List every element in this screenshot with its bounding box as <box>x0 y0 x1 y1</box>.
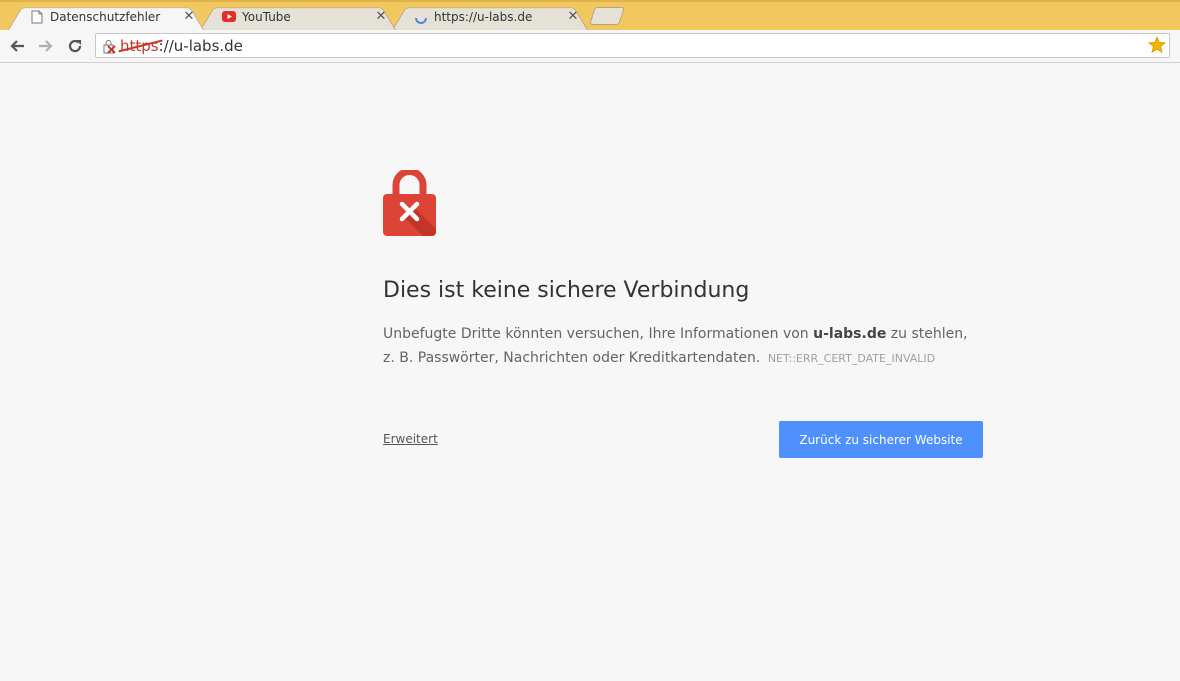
tab-title: https://u-labs.de <box>434 9 533 24</box>
desc-host: u-labs.de <box>813 326 887 342</box>
loading-spinner-icon <box>414 10 428 24</box>
tab-close-icon[interactable]: ✕ <box>182 9 196 24</box>
error-description: Unbefugte Dritte könnten versuchen, Ihre… <box>383 322 983 371</box>
error-heading: Dies ist keine sichere Verbindung <box>383 278 750 303</box>
url-scheme-insecure: https <box>120 37 159 55</box>
tab-title: Datenschutzfehler <box>50 9 161 24</box>
url-host: ://u-labs.de <box>158 37 243 55</box>
forward-arrow-icon[interactable] <box>35 35 57 57</box>
tab-u-labs[interactable]: https://u-labs.de ✕ <box>392 3 588 30</box>
advanced-link[interactable]: Erweitert <box>383 432 438 446</box>
tab-youtube[interactable]: YouTube ✕ <box>200 3 396 30</box>
star-icon[interactable] <box>1148 35 1166 54</box>
tab-datenschutzfehler[interactable]: Datenschutzfehler ✕ <box>8 3 204 30</box>
url-text: https://u-labs.de <box>120 37 243 55</box>
broken-lock-icon[interactable] <box>102 39 118 54</box>
address-bar[interactable]: https://u-labs.de <box>95 33 1170 58</box>
new-tab-icon[interactable] <box>589 7 625 25</box>
tab-close-icon[interactable]: ✕ <box>374 9 388 24</box>
back-arrow-icon[interactable] <box>6 35 28 57</box>
red-lock-x-icon <box>383 168 436 236</box>
tab-strip: https://u-labs.de ✕ YouTube ✕ Datenschut… <box>0 0 1180 30</box>
desc-text-1: Unbefugte Dritte könnten versuchen, Ihre… <box>383 326 814 342</box>
tab-strip-top-border <box>0 0 1180 2</box>
page-icon <box>30 10 44 24</box>
browser-toolbar: https://u-labs.de <box>0 30 1180 63</box>
reload-icon[interactable] <box>64 35 86 57</box>
tab-close-icon[interactable]: ✕ <box>566 9 580 24</box>
error-code[interactable]: NET::ERR_CERT_DATE_INVALID <box>768 352 935 365</box>
tab-title: YouTube <box>242 9 291 24</box>
youtube-icon <box>222 10 236 24</box>
back-to-safety-button[interactable]: Zurück zu sicherer Website <box>779 421 983 458</box>
